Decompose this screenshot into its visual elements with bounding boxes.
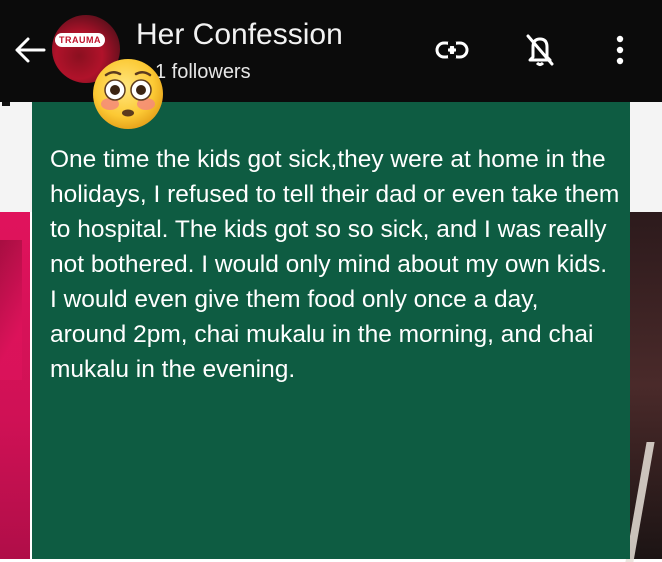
flushed-face-emoji <box>90 57 166 131</box>
avatar-tag: TRAUMA <box>55 33 105 47</box>
back-arrow-icon[interactable] <box>8 28 52 72</box>
message-panel: One time the kids got sick,they were at … <box>32 102 630 559</box>
more-vert-icon[interactable] <box>602 32 638 68</box>
channel-title[interactable]: Her Confession <box>136 17 343 53</box>
background-image-right <box>630 212 662 559</box>
notifications-off-icon[interactable] <box>522 32 558 68</box>
background-mark <box>2 102 10 106</box>
background-image-left <box>0 212 30 559</box>
followers-count: 1 followers <box>155 61 251 83</box>
confession-text: One time the kids got sick,they were at … <box>50 146 620 383</box>
link-icon[interactable] <box>434 32 470 68</box>
